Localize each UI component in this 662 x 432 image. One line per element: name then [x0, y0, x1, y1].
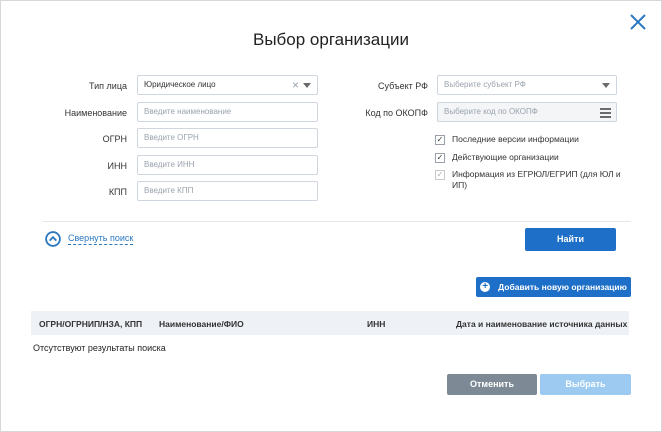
collapse-search-link[interactable]: Свернуть поиск [45, 231, 134, 247]
checkbox-egrul-egrip: ✓ Информация из ЕГРЮЛ/ЕГРИП (для ЮЛ и ИП… [435, 169, 625, 191]
checkbox-label: Последние версии информации [452, 134, 579, 144]
okopf-select[interactable]: Выберите код по ОКОПФ [437, 102, 617, 122]
inn-label: ИНН [107, 161, 127, 171]
name-input[interactable]: Введите наименование [137, 102, 318, 122]
chevron-down-icon[interactable] [303, 83, 311, 88]
checkbox-icon: ✓ [435, 170, 445, 180]
empty-results-text: Отсутствуют результаты поиска [33, 343, 166, 353]
subject-select[interactable]: Выберите субъект РФ [437, 75, 617, 95]
name-label: Наименование [64, 108, 127, 118]
clear-icon[interactable]: × [292, 77, 299, 93]
okopf-placeholder: Выберите код по ОКОПФ [444, 107, 538, 116]
divider [43, 221, 631, 222]
checkbox-label: Действующие организации [452, 152, 559, 162]
column-header-ogrn: ОГРН/ОГРНИП/НЗА, КПП [39, 319, 143, 329]
collapse-search-label[interactable]: Свернуть поиск [68, 233, 134, 245]
select-button[interactable]: Выбрать [540, 374, 631, 395]
person-type-value: Юридическое лицо [144, 80, 216, 89]
checkbox-icon[interactable]: ✓ [435, 153, 445, 163]
results-table-header: ОГРН/ОГРНИП/НЗА, КПП Наименование/ФИО ИН… [31, 311, 629, 335]
checkbox-label: Информация из ЕГРЮЛ/ЕГРИП (для ЮЛ и ИП) [452, 169, 621, 190]
add-organization-label: Добавить новую организацию [498, 282, 627, 292]
checkbox-active-orgs[interactable]: ✓ Действующие организации [435, 152, 625, 163]
menu-icon[interactable] [600, 108, 611, 120]
person-type-select[interactable]: Юридическое лицо × [137, 75, 318, 95]
find-button[interactable]: Найти [525, 228, 616, 251]
kpp-input[interactable]: Введите КПП [137, 181, 318, 201]
ogrn-label: ОГРН [102, 134, 127, 144]
column-header-source: Дата и наименование источника данных [456, 319, 628, 329]
kpp-label: КПП [108, 187, 127, 197]
okopf-label: Код по ОКОПФ [365, 108, 428, 118]
close-icon[interactable] [629, 13, 647, 31]
column-header-name: Наименование/ФИО [159, 319, 244, 329]
inn-input[interactable]: Введите ИНН [137, 155, 318, 175]
cancel-button[interactable]: Отменить [447, 374, 537, 395]
column-header-inn: ИНН [367, 319, 386, 329]
add-organization-button[interactable]: + Добавить новую организацию [476, 277, 631, 297]
plus-icon: + [480, 281, 491, 292]
checkbox-latest-versions[interactable]: ✓ Последние версии информации [435, 134, 625, 145]
person-type-label: Тип лица [89, 81, 127, 91]
chevron-down-icon[interactable] [602, 83, 610, 88]
chevron-up-icon[interactable] [45, 231, 61, 247]
organization-select-dialog: Выбор организации Тип лица Юридическое л… [0, 0, 662, 432]
subject-label: Субъект РФ [378, 81, 428, 91]
ogrn-input[interactable]: Введите ОГРН [137, 128, 318, 148]
dialog-title: Выбор организации [253, 30, 409, 49]
subject-placeholder: Выберите субъект РФ [444, 80, 526, 89]
checkbox-icon[interactable]: ✓ [435, 135, 445, 145]
